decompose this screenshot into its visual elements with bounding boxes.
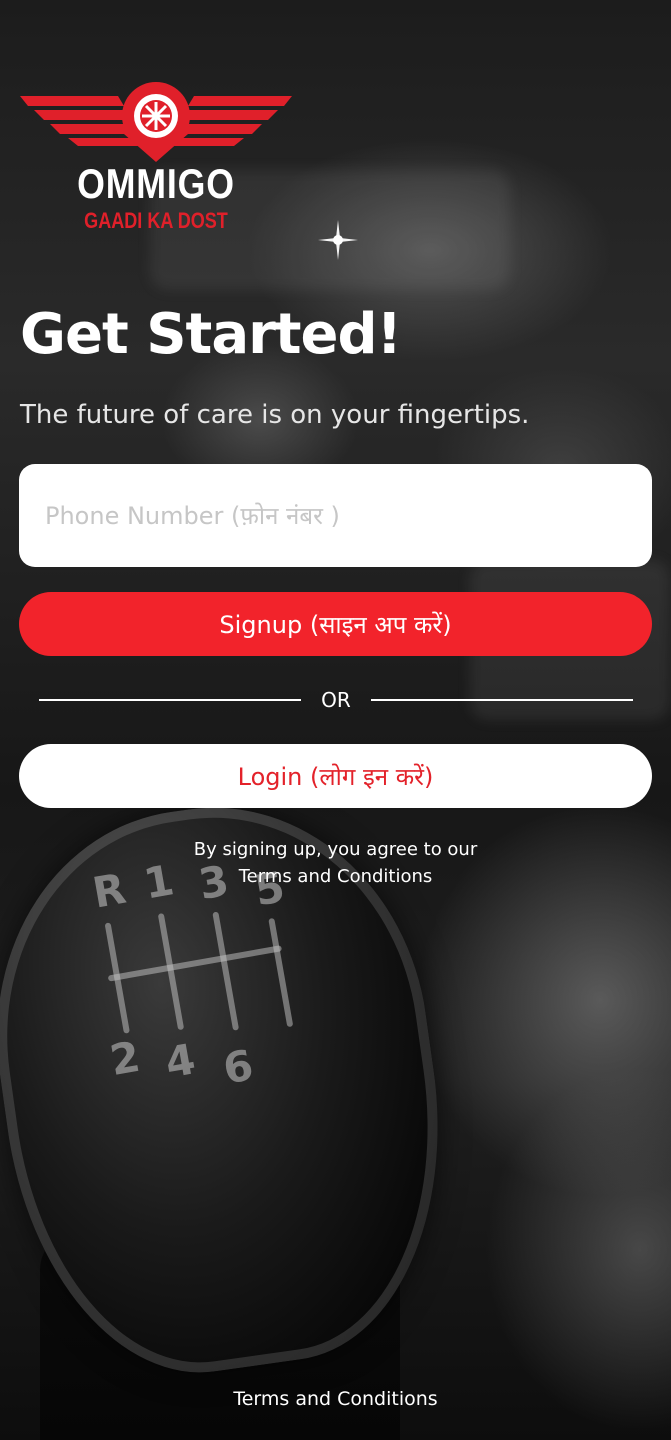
get-started-screen: R 1 3 5 2 4 6 OMMIGO GAADI KA DOST Get S… [0,0,671,1440]
gear-label: 2 [106,1031,144,1086]
footer-terms-link[interactable]: Terms and Conditions [0,1388,671,1410]
divider-line [39,699,301,701]
signup-button[interactable]: Signup (साइन अप करें) [19,592,652,656]
agree-text: By signing up, you agree to our [193,839,478,860]
ommigo-logo: OMMIGO GAADI KA DOST [20,82,292,242]
or-divider: OR [39,686,633,714]
brand-name: OMMIGO [77,160,235,207]
winged-wheel-icon [20,82,292,162]
terms-agreement: By signing up, you agree to our Terms an… [0,836,671,890]
brand-tagline: GAADI KA DOST [84,208,228,233]
shift-line [212,911,240,1031]
terms-link[interactable]: Terms and Conditions [239,863,433,890]
page-title: Get Started! [20,302,402,367]
signup-button-label: Signup (साइन अप करें) [219,610,452,639]
divider-line [371,699,633,701]
gear-label: 4 [161,1034,199,1088]
page-subtitle: The future of care is on your fingertips… [20,400,530,430]
phone-number-input[interactable] [19,464,652,567]
login-button[interactable]: Login (लोग इन करें) [19,744,652,808]
shift-line [268,917,294,1028]
login-button-label: Login (लोग इन करें) [237,762,434,791]
shift-line [107,945,283,982]
divider-label: OR [321,688,351,712]
gear-label: 6 [219,1040,257,1094]
sparkle-icon [318,220,358,260]
